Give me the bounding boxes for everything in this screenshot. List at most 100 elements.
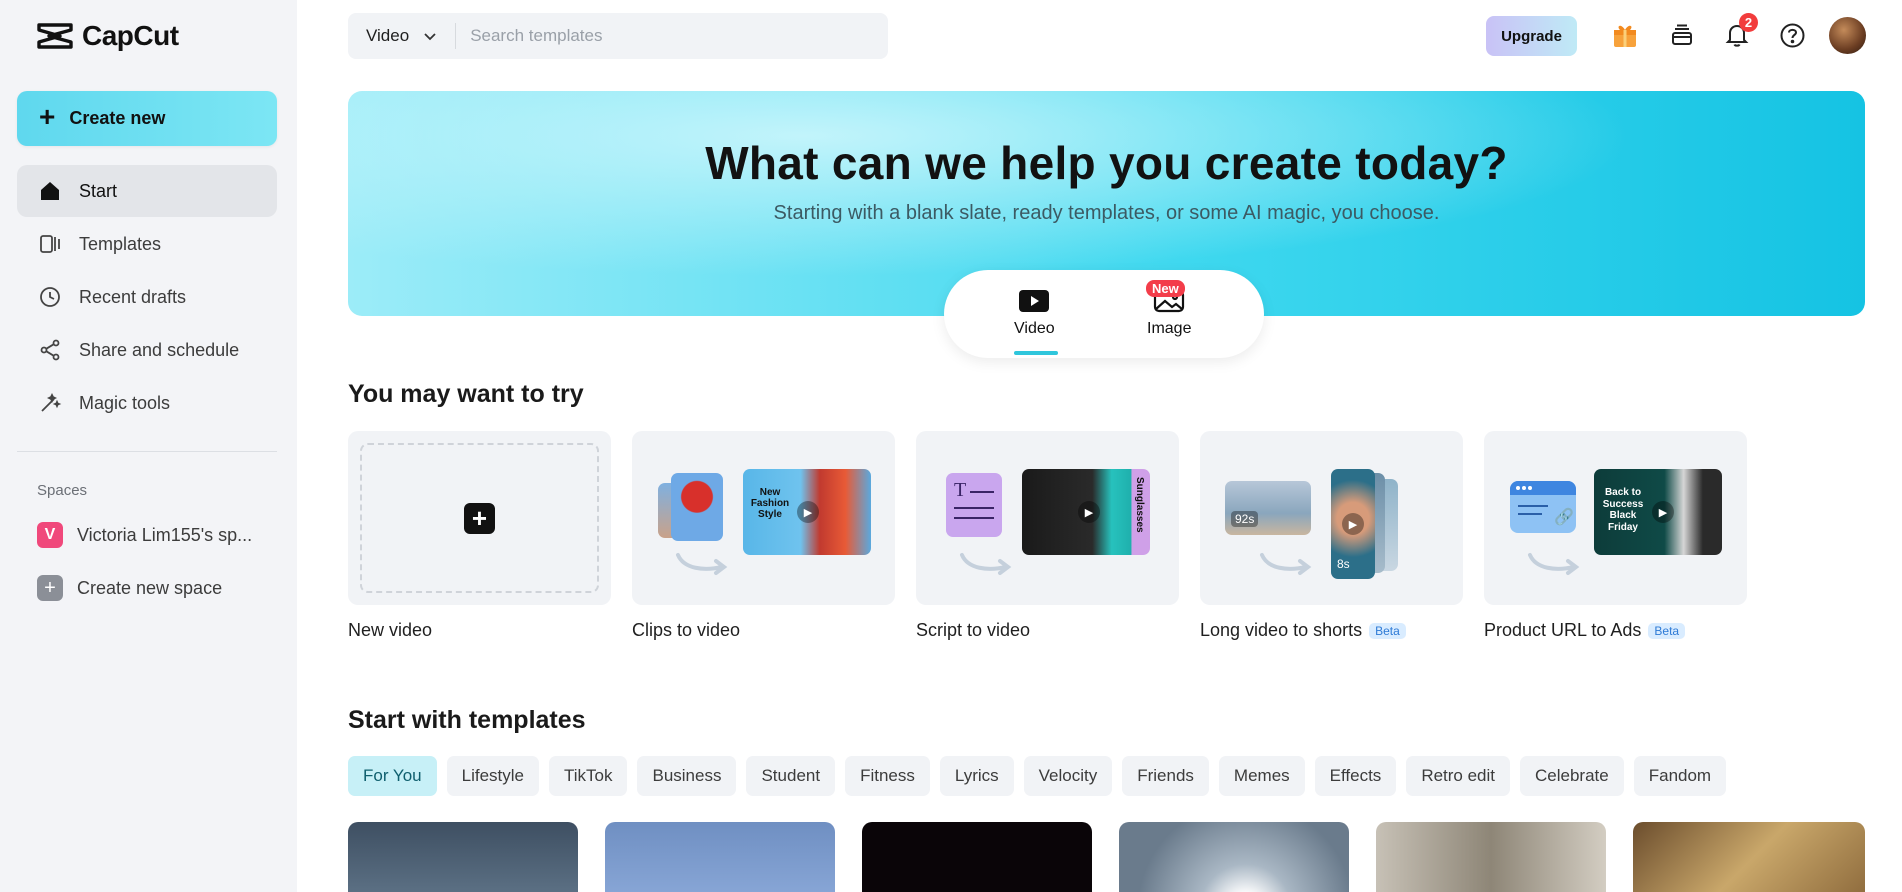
sidebar-item-templates[interactable]: Templates xyxy=(17,218,277,270)
chip-celebrate[interactable]: Celebrate xyxy=(1520,756,1624,796)
sidebar-nav: Start Templates Recent drafts Share and … xyxy=(17,165,277,430)
sidebar-item-label: Templates xyxy=(79,233,162,254)
mode-switch: Video Image New xyxy=(944,270,1264,358)
card-label-text: Product URL to Ads xyxy=(1484,620,1642,640)
card-label: Product URL to Ads Beta xyxy=(1484,620,1686,641)
script-document-icon: T xyxy=(946,473,1002,537)
card-label-text: Long video to shorts xyxy=(1200,620,1363,640)
duration-label: 8s xyxy=(1337,557,1350,571)
template-thumbnail[interactable] xyxy=(605,822,835,892)
arrow-icon xyxy=(1528,553,1580,575)
chip-lyrics[interactable]: Lyrics xyxy=(939,756,1014,796)
create-new-button[interactable]: + Create new xyxy=(17,91,277,146)
template-thumbnail[interactable] xyxy=(1376,822,1606,892)
short-thumbnail: ▶ 8s xyxy=(1331,469,1375,579)
sidebar-item-magic-tools[interactable]: Magic tools xyxy=(17,377,277,429)
sidebar-item-share-and-schedule[interactable]: Share and schedule xyxy=(17,324,277,376)
app-name: CapCut xyxy=(82,20,179,51)
home-icon xyxy=(37,178,63,204)
new-video-card[interactable]: + xyxy=(348,431,611,605)
script-to-video-card[interactable]: T ▶ Sunglasses xyxy=(916,431,1179,605)
play-icon: ▶ xyxy=(797,501,819,523)
thumbnail-text: Back to Success Black Friday xyxy=(1602,487,1644,533)
chip-effects[interactable]: Effects xyxy=(1314,756,1397,796)
create-new-label: Create new xyxy=(69,108,166,128)
template-category-chips: For You Lifestyle TikTok Business Studen… xyxy=(348,756,1727,796)
templates-section-title: Start with templates xyxy=(348,706,586,734)
sidebar-item-recent-drafts[interactable]: Recent drafts xyxy=(17,271,277,323)
chip-retro-edit[interactable]: Retro edit xyxy=(1406,756,1511,796)
sidebar-item-label: Share and schedule xyxy=(79,339,240,360)
card-label: Long video to shorts Beta xyxy=(1200,620,1406,641)
sidebar-divider xyxy=(17,451,277,452)
user-avatar[interactable] xyxy=(1829,17,1866,54)
link-icon: 🔗 xyxy=(1554,509,1574,526)
hero-title: What can we help you create today? xyxy=(705,137,1508,189)
space-name: Victoria Lim155's sp... xyxy=(77,524,253,545)
plus-icon: + xyxy=(37,575,63,601)
capcut-logo[interactable]: CapCut xyxy=(36,20,179,52)
play-icon: ▶ xyxy=(1652,501,1674,523)
chip-fitness[interactable]: Fitness xyxy=(845,756,930,796)
template-thumbnail[interactable] xyxy=(862,822,1092,892)
product-url-to-ads-card[interactable]: 🔗 Back to Success Black Friday ▶ xyxy=(1484,431,1747,605)
plus-icon: + xyxy=(39,101,56,132)
tab-image-label: Image xyxy=(1147,320,1192,337)
sidebar-item-label: Magic tools xyxy=(79,392,171,413)
search-bar: Video xyxy=(348,13,888,59)
long-video-to-shorts-card[interactable]: 92s ▶ 8s xyxy=(1200,431,1463,605)
create-new-space-button[interactable]: + Create new space xyxy=(37,575,222,601)
tab-video-label: Video xyxy=(1014,320,1055,337)
bell-icon[interactable]: 2 xyxy=(1722,13,1758,50)
plus-icon: + xyxy=(464,502,495,534)
browser-link-icon: 🔗 xyxy=(1510,481,1576,533)
search-type-dropdown[interactable]: Video xyxy=(348,23,457,49)
long-video-thumbnail: 92s xyxy=(1225,481,1311,535)
video-icon xyxy=(1019,290,1050,312)
template-thumbnail[interactable] xyxy=(1633,822,1865,892)
spaces-heading: Spaces xyxy=(37,482,88,499)
chip-for-you[interactable]: For You xyxy=(348,756,437,796)
active-tab-indicator xyxy=(1014,351,1058,355)
help-icon[interactable] xyxy=(1777,20,1807,50)
duration-label: 92s xyxy=(1231,511,1259,527)
sidebar-item-start[interactable]: Start xyxy=(17,165,277,217)
template-thumbnail[interactable] xyxy=(1119,822,1349,892)
hero-subtitle: Starting with a blank slate, ready templ… xyxy=(773,202,1440,224)
video-thumbnail: New Fashion Style ▶ xyxy=(743,469,871,555)
chip-fandom[interactable]: Fandom xyxy=(1633,756,1727,796)
chip-lifestyle[interactable]: Lifestyle xyxy=(446,756,539,796)
clips-to-video-card[interactable]: New Fashion Style ▶ xyxy=(632,431,895,605)
thumbnail-text: New Fashion Style xyxy=(750,487,790,520)
chip-tiktok[interactable]: TikTok xyxy=(548,756,628,796)
template-thumbnail[interactable] xyxy=(348,822,578,892)
card-label: Script to video xyxy=(916,620,1031,640)
sidebar-item-label: Recent drafts xyxy=(79,286,187,307)
card-label: Clips to video xyxy=(632,620,741,640)
sidebar: CapCut + Create new Start Templates Rece… xyxy=(0,0,297,892)
chip-student[interactable]: Student xyxy=(746,756,836,796)
chip-velocity[interactable]: Velocity xyxy=(1023,756,1113,796)
beta-badge: Beta xyxy=(1648,622,1686,639)
upgrade-button[interactable]: Upgrade xyxy=(1486,16,1577,56)
search-type-label: Video xyxy=(366,26,410,45)
sidebar-item-label: Start xyxy=(79,180,118,201)
notification-badge: 2 xyxy=(1739,13,1758,32)
layers-icon[interactable] xyxy=(1667,20,1697,50)
search-input[interactable] xyxy=(456,26,777,46)
chip-memes[interactable]: Memes xyxy=(1218,756,1305,796)
clip-thumbnail xyxy=(671,473,723,541)
space-item-victoria[interactable]: V Victoria Lim155's sp... xyxy=(37,522,252,548)
gift-icon[interactable] xyxy=(1610,20,1640,50)
create-new-space-label: Create new space xyxy=(77,577,223,598)
new-video-dropzone: + xyxy=(360,443,599,593)
ad-thumbnail: Back to Success Black Friday ▶ xyxy=(1594,469,1722,555)
chip-business[interactable]: Business xyxy=(637,756,737,796)
play-icon: ▶ xyxy=(1078,501,1100,523)
card-label: New video xyxy=(348,620,433,640)
capcut-logo-icon xyxy=(37,23,73,49)
beta-badge: Beta xyxy=(1369,622,1406,639)
tab-video[interactable]: Video xyxy=(1014,288,1055,338)
chip-friends[interactable]: Friends xyxy=(1122,756,1209,796)
chevron-down-icon xyxy=(424,33,436,41)
